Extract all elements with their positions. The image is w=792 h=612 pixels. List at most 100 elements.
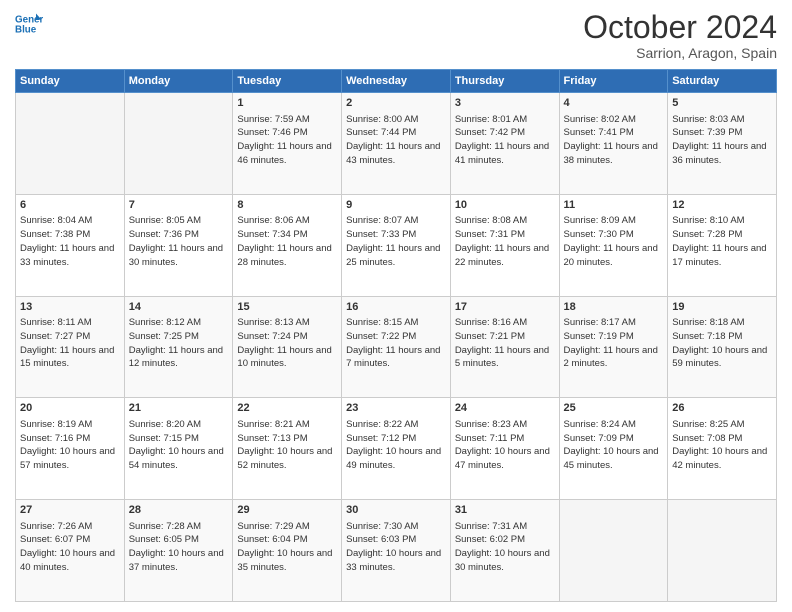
calendar-cell xyxy=(668,500,777,602)
day-info: Sunrise: 8:18 AM Sunset: 7:18 PM Dayligh… xyxy=(672,316,772,371)
day-info: Sunrise: 8:22 AM Sunset: 7:12 PM Dayligh… xyxy=(346,418,446,473)
day-info: Sunrise: 8:15 AM Sunset: 7:22 PM Dayligh… xyxy=(346,316,446,371)
day-info: Sunrise: 8:01 AM Sunset: 7:42 PM Dayligh… xyxy=(455,113,555,168)
calendar-cell: 25 Sunrise: 8:24 AM Sunset: 7:09 PM Dayli… xyxy=(559,398,668,500)
svg-text:Blue: Blue xyxy=(15,24,37,35)
day-info: Sunrise: 8:17 AM Sunset: 7:19 PM Dayligh… xyxy=(564,316,664,371)
logo-icon: General Blue xyxy=(15,10,43,38)
calendar-cell: 18Sunrise: 8:17 AM Sunset: 7:19 PM Dayli… xyxy=(559,296,668,398)
col-thursday: Thursday xyxy=(450,70,559,93)
day-number: 21 xyxy=(129,401,229,416)
day-info: Sunrise: 8:09 AM Sunset: 7:30 PM Dayligh… xyxy=(564,214,664,269)
day-number: 25 xyxy=(564,401,664,416)
day-info: Sunrise: 7:59 AM Sunset: 7:46 PM Dayligh… xyxy=(237,113,337,168)
calendar-cell: 6Sunrise: 8:04 AM Sunset: 7:38 PM Daylig… xyxy=(16,194,125,296)
day-info: Sunrise: 8:13 AM Sunset: 7:24 PM Dayligh… xyxy=(237,316,337,371)
logo: General Blue xyxy=(15,10,43,38)
calendar-cell: 28Sunrise: 7:28 AM Sunset: 6:05 PM Dayli… xyxy=(124,500,233,602)
calendar-week-row-4: 20 Sunrise: 8:19 AM Sunset: 7:16 PM Dayli… xyxy=(16,398,777,500)
calendar-header-row: Sunday Monday Tuesday Wednesday Thursday… xyxy=(16,70,777,93)
day-number: 20 xyxy=(20,401,120,416)
day-number: 27 xyxy=(20,503,120,518)
day-info: Sunrise: 8:06 AM Sunset: 7:34 PM Dayligh… xyxy=(237,214,337,269)
calendar-cell xyxy=(559,500,668,602)
col-tuesday: Tuesday xyxy=(233,70,342,93)
day-number: 5 xyxy=(672,96,772,111)
calendar-cell: 31 Sunrise: 7:31 AM Sunset: 6:02 PM Dayli… xyxy=(450,500,559,602)
calendar-cell: 8Sunrise: 8:06 AM Sunset: 7:34 PM Daylig… xyxy=(233,194,342,296)
day-info: Sunrise: 7:29 AM Sunset: 6:04 PM Dayligh… xyxy=(237,520,337,575)
calendar-week-row-2: 6Sunrise: 8:04 AM Sunset: 7:38 PM Daylig… xyxy=(16,194,777,296)
location-subtitle: Sarrion, Aragon, Spain xyxy=(583,45,777,61)
calendar-cell: 23 Sunrise: 8:22 AM Sunset: 7:12 PM Dayli… xyxy=(342,398,451,500)
calendar-cell: 13Sunrise: 8:11 AM Sunset: 7:27 PM Dayli… xyxy=(16,296,125,398)
day-number: 15 xyxy=(237,300,337,315)
title-block: October 2024 Sarrion, Aragon, Spain xyxy=(583,10,777,61)
day-info: Sunrise: 8:12 AM Sunset: 7:25 PM Dayligh… xyxy=(129,316,229,371)
day-info: Sunrise: 8:10 AM Sunset: 7:28 PM Dayligh… xyxy=(672,214,772,269)
day-info: Sunrise: 8:05 AM Sunset: 7:36 PM Dayligh… xyxy=(129,214,229,269)
day-info: Sunrise: 7:26 AM Sunset: 6:07 PM Dayligh… xyxy=(20,520,120,575)
day-info: Sunrise: 8:07 AM Sunset: 7:33 PM Dayligh… xyxy=(346,214,446,269)
calendar-table: Sunday Monday Tuesday Wednesday Thursday… xyxy=(15,69,777,602)
day-info: Sunrise: 7:31 AM Sunset: 6:02 PM Dayligh… xyxy=(455,520,555,575)
calendar-cell: 3 Sunrise: 8:01 AM Sunset: 7:42 PM Daylig… xyxy=(450,93,559,195)
day-number: 2 xyxy=(346,96,446,111)
calendar-cell: 14Sunrise: 8:12 AM Sunset: 7:25 PM Dayli… xyxy=(124,296,233,398)
day-number: 19 xyxy=(672,300,772,315)
day-info: Sunrise: 8:08 AM Sunset: 7:31 PM Dayligh… xyxy=(455,214,555,269)
day-number: 1 xyxy=(237,96,337,111)
col-wednesday: Wednesday xyxy=(342,70,451,93)
day-info: Sunrise: 8:24 AM Sunset: 7:09 PM Dayligh… xyxy=(564,418,664,473)
day-info: Sunrise: 8:25 AM Sunset: 7:08 PM Dayligh… xyxy=(672,418,772,473)
day-number: 23 xyxy=(346,401,446,416)
calendar-cell xyxy=(16,93,125,195)
calendar-cell: 1 Sunrise: 7:59 AM Sunset: 7:46 PM Daylig… xyxy=(233,93,342,195)
day-info: Sunrise: 8:00 AM Sunset: 7:44 PM Dayligh… xyxy=(346,113,446,168)
day-number: 3 xyxy=(455,96,555,111)
calendar-cell: 24Sunrise: 8:23 AM Sunset: 7:11 PM Dayli… xyxy=(450,398,559,500)
day-number: 13 xyxy=(20,300,120,315)
calendar-cell: 9Sunrise: 8:07 AM Sunset: 7:33 PM Daylig… xyxy=(342,194,451,296)
calendar-cell: 20 Sunrise: 8:19 AM Sunset: 7:16 PM Dayli… xyxy=(16,398,125,500)
day-number: 31 xyxy=(455,503,555,518)
day-info: Sunrise: 8:21 AM Sunset: 7:13 PM Dayligh… xyxy=(237,418,337,473)
calendar-week-row-3: 13Sunrise: 8:11 AM Sunset: 7:27 PM Dayli… xyxy=(16,296,777,398)
calendar-cell: 30 Sunrise: 7:30 AM Sunset: 6:03 PM Dayli… xyxy=(342,500,451,602)
day-info: Sunrise: 8:16 AM Sunset: 7:21 PM Dayligh… xyxy=(455,316,555,371)
calendar-cell: 22Sunrise: 8:21 AM Sunset: 7:13 PM Dayli… xyxy=(233,398,342,500)
day-number: 7 xyxy=(129,198,229,213)
day-number: 16 xyxy=(346,300,446,315)
col-monday: Monday xyxy=(124,70,233,93)
day-number: 30 xyxy=(346,503,446,518)
calendar-cell: 10Sunrise: 8:08 AM Sunset: 7:31 PM Dayli… xyxy=(450,194,559,296)
calendar-cell: 27 Sunrise: 7:26 AM Sunset: 6:07 PM Dayli… xyxy=(16,500,125,602)
calendar-cell: 15Sunrise: 8:13 AM Sunset: 7:24 PM Dayli… xyxy=(233,296,342,398)
calendar-cell: 26 Sunrise: 8:25 AM Sunset: 7:08 PM Dayli… xyxy=(668,398,777,500)
calendar-cell: 5 Sunrise: 8:03 AM Sunset: 7:39 PM Daylig… xyxy=(668,93,777,195)
day-info: Sunrise: 7:30 AM Sunset: 6:03 PM Dayligh… xyxy=(346,520,446,575)
day-number: 11 xyxy=(564,198,664,213)
page: General Blue October 2024 Sarrion, Arago… xyxy=(0,0,792,612)
day-info: Sunrise: 7:28 AM Sunset: 6:05 PM Dayligh… xyxy=(129,520,229,575)
day-number: 6 xyxy=(20,198,120,213)
day-info: Sunrise: 8:20 AM Sunset: 7:15 PM Dayligh… xyxy=(129,418,229,473)
calendar-cell: 19Sunrise: 8:18 AM Sunset: 7:18 PM Dayli… xyxy=(668,296,777,398)
col-sunday: Sunday xyxy=(16,70,125,93)
day-info: Sunrise: 8:23 AM Sunset: 7:11 PM Dayligh… xyxy=(455,418,555,473)
calendar-week-row-5: 27 Sunrise: 7:26 AM Sunset: 6:07 PM Dayli… xyxy=(16,500,777,602)
day-number: 12 xyxy=(672,198,772,213)
header: General Blue October 2024 Sarrion, Arago… xyxy=(15,10,777,61)
calendar-cell: 12Sunrise: 8:10 AM Sunset: 7:28 PM Dayli… xyxy=(668,194,777,296)
calendar-cell: 29 Sunrise: 7:29 AM Sunset: 6:04 PM Dayli… xyxy=(233,500,342,602)
day-number: 9 xyxy=(346,198,446,213)
day-number: 26 xyxy=(672,401,772,416)
calendar-cell: 21 Sunrise: 8:20 AM Sunset: 7:15 PM Dayli… xyxy=(124,398,233,500)
calendar-cell xyxy=(124,93,233,195)
calendar-cell: 11Sunrise: 8:09 AM Sunset: 7:30 PM Dayli… xyxy=(559,194,668,296)
day-info: Sunrise: 8:19 AM Sunset: 7:16 PM Dayligh… xyxy=(20,418,120,473)
calendar-week-row-1: 1 Sunrise: 7:59 AM Sunset: 7:46 PM Daylig… xyxy=(16,93,777,195)
day-number: 29 xyxy=(237,503,337,518)
day-info: Sunrise: 8:03 AM Sunset: 7:39 PM Dayligh… xyxy=(672,113,772,168)
calendar-cell: 4Sunrise: 8:02 AM Sunset: 7:41 PM Daylig… xyxy=(559,93,668,195)
